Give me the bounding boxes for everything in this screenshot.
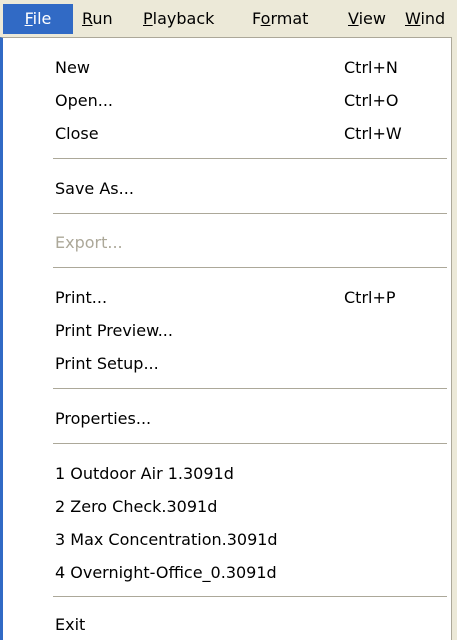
menu-item-save-as[interactable]: Save As...	[55, 174, 451, 204]
recent-file-label: 4 Overnight-Office_0.3091d	[55, 563, 277, 582]
menu-item-print-setup[interactable]: Print Setup...	[55, 349, 451, 379]
menu-item-save-as-label: Save As...	[55, 179, 134, 198]
menu-item-print-preview[interactable]: Print Preview...	[55, 316, 451, 346]
menu-separator	[53, 267, 447, 268]
menu-playback-accel: P	[143, 9, 153, 28]
menu-run[interactable]: Run	[82, 4, 113, 34]
menu-item-exit-label: Exit	[55, 615, 86, 634]
menu-item-print-shortcut: Ctrl+P	[344, 288, 396, 307]
menu-item-new-label: New	[55, 58, 90, 77]
menu-separator	[53, 596, 447, 597]
menu-item-recent-3[interactable]: 3 Max Concentration.3091d	[55, 525, 451, 555]
menu-separator	[53, 158, 447, 159]
menu-item-recent-4[interactable]: 4 Overnight-Office_0.3091d	[55, 558, 451, 588]
menu-item-print-preview-label: Print Preview...	[55, 321, 173, 340]
menu-item-export-label: Export...	[55, 233, 123, 252]
menu-item-close-shortcut: Ctrl+W	[344, 124, 402, 143]
menu-item-properties[interactable]: Properties...	[55, 404, 451, 434]
menu-window[interactable]: Wind	[405, 4, 445, 34]
menu-separator	[53, 213, 447, 214]
menu-run-accel: R	[82, 9, 93, 28]
menu-item-new[interactable]: New Ctrl+N	[55, 53, 451, 83]
menu-view[interactable]: View	[348, 4, 386, 34]
menu-item-print-label: Print...	[55, 288, 108, 307]
recent-file-label: 3 Max Concentration.3091d	[55, 530, 278, 549]
menu-item-properties-label: Properties...	[55, 409, 152, 428]
recent-file-label: 1 Outdoor Air 1.3091d	[55, 464, 234, 483]
file-menu-dropdown: New Ctrl+N Open... Ctrl+O Close Ctrl+W S…	[0, 37, 452, 640]
menu-item-close[interactable]: Close Ctrl+W	[55, 119, 451, 149]
menu-item-exit[interactable]: Exit	[55, 610, 451, 640]
menu-run-rest: un	[92, 9, 113, 28]
menu-view-accel: V	[348, 9, 359, 28]
menu-view-rest: iew	[358, 9, 386, 28]
menu-window-rest: ind	[420, 9, 446, 28]
menu-format-pre: F	[252, 9, 261, 28]
menu-window-accel: W	[405, 9, 421, 28]
menu-format[interactable]: Format	[252, 4, 308, 34]
menu-playback[interactable]: Playback	[143, 4, 214, 34]
menu-item-print-setup-label: Print Setup...	[55, 354, 159, 373]
menu-item-export: Export...	[55, 228, 451, 258]
menu-format-accel: o	[260, 9, 271, 28]
menu-item-print[interactable]: Print... Ctrl+P	[55, 283, 451, 313]
menu-item-open-label: Open...	[55, 91, 113, 110]
menu-item-new-shortcut: Ctrl+N	[344, 58, 398, 77]
menu-separator	[53, 388, 447, 389]
menu-item-recent-1[interactable]: 1 Outdoor Air 1.3091d	[55, 459, 451, 489]
menu-bar: File Run Playback Format View Wind	[0, 0, 457, 38]
menu-file-rest: ile	[32, 9, 52, 28]
menu-separator	[53, 443, 447, 444]
menu-item-open-shortcut: Ctrl+O	[344, 91, 399, 110]
menu-item-open[interactable]: Open... Ctrl+O	[55, 86, 451, 116]
menu-playback-rest: layback	[152, 9, 215, 28]
menu-file[interactable]: File	[3, 4, 73, 34]
menu-item-recent-2[interactable]: 2 Zero Check.3091d	[55, 492, 451, 522]
menu-format-rest: rmat	[270, 9, 309, 28]
menu-file-accel: F	[24, 9, 33, 28]
menu-item-close-label: Close	[55, 124, 99, 143]
recent-file-label: 2 Zero Check.3091d	[55, 497, 218, 516]
